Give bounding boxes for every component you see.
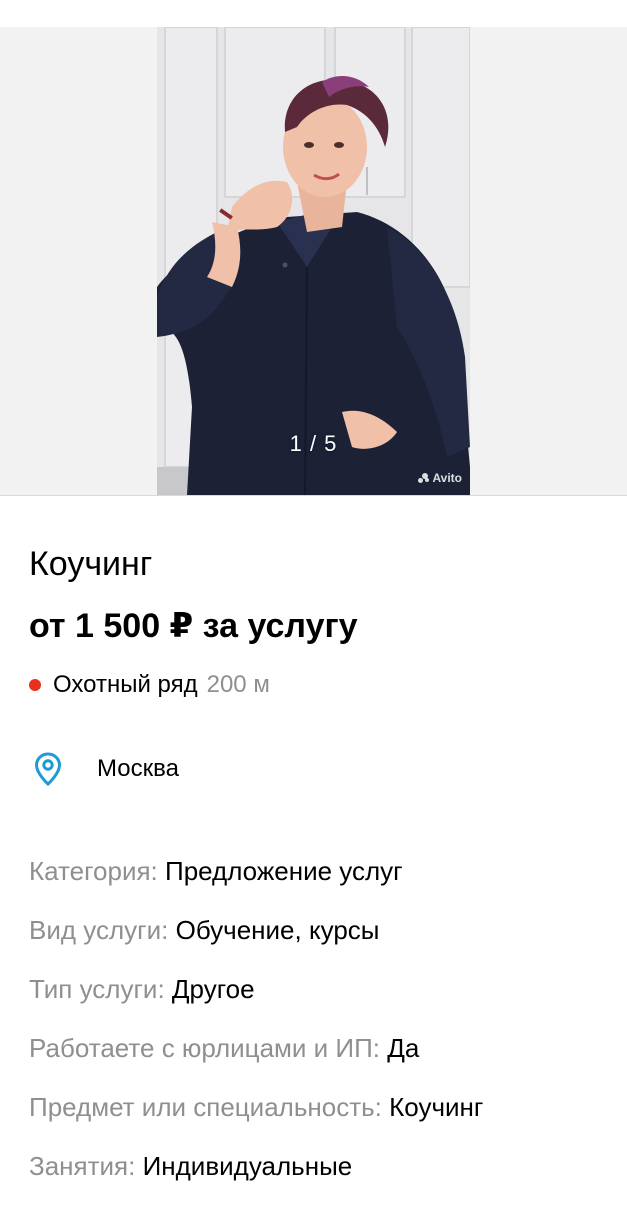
param-label: Тип услуги: <box>29 974 165 1004</box>
metro-station: Охотный ряд 200 м <box>29 668 270 702</box>
param-row: Работаете с юрлицами и ИП: Да <box>29 1031 483 1090</box>
param-label: Работаете с юрлицами и ИП: <box>29 1033 380 1063</box>
param-label: Вид услуги: <box>29 915 169 945</box>
param-label: Занятия: <box>29 1151 136 1181</box>
metro-distance: 200 м <box>206 671 270 698</box>
location-pin-icon <box>34 752 62 786</box>
avito-watermark: Avito <box>418 471 462 485</box>
param-value: Да <box>387 1033 420 1063</box>
metro-line-icon <box>29 679 41 691</box>
param-value: Коучинг <box>389 1092 484 1122</box>
city-name: Москва <box>97 755 179 782</box>
listing-title: Коучинг <box>29 545 153 583</box>
location-city[interactable]: Москва <box>34 752 179 786</box>
listing-params: Категория: Предложение услуг Вид услуги:… <box>29 854 483 1208</box>
param-value: Индивидуальные <box>142 1151 353 1181</box>
param-row: Тип услуги: Другое <box>29 972 483 1031</box>
listing-photo[interactable]: 1 / 5 Avito <box>157 27 470 495</box>
param-label: Предмет или специальность: <box>29 1092 382 1122</box>
metro-station-name: Охотный ряд <box>53 671 198 698</box>
param-row: Вид услуги: Обучение, курсы <box>29 913 483 972</box>
param-row: Занятия: Индивидуальные <box>29 1149 483 1208</box>
param-value: Обучение, курсы <box>175 915 380 945</box>
param-row: Предмет или специальность: Коучинг <box>29 1090 483 1149</box>
avito-logo-icon <box>418 473 430 483</box>
listing-price: от 1 500 ₽ за услугу <box>29 607 358 645</box>
param-label: Категория: <box>29 856 158 886</box>
photo-illustration <box>157 27 470 495</box>
watermark-text: Avito <box>432 471 462 485</box>
param-value: Другое <box>171 974 255 1004</box>
photo-gallery[interactable]: 1 / 5 Avito <box>0 27 627 496</box>
photo-counter: 1 / 5 <box>289 431 338 456</box>
param-row: Категория: Предложение услуг <box>29 854 483 913</box>
param-value: Предложение услуг <box>165 856 403 886</box>
